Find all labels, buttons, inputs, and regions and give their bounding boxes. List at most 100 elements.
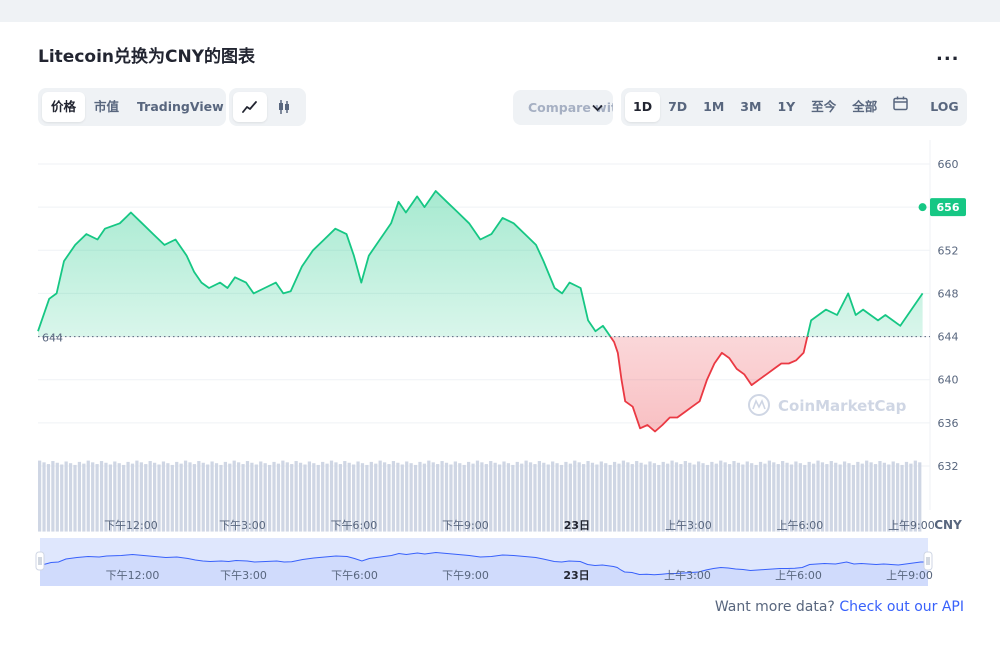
volume-bar bbox=[378, 460, 382, 532]
x-tick-label: 下午3:00 bbox=[219, 519, 266, 532]
coinmarketcap-logo-icon bbox=[748, 394, 770, 416]
volume-bar bbox=[427, 460, 431, 532]
volume-bar bbox=[391, 461, 396, 532]
volume-bar bbox=[825, 464, 829, 532]
navigator-tick-label: 上午3:00 bbox=[664, 569, 711, 582]
volume-bar bbox=[652, 463, 656, 532]
volume-bar bbox=[422, 463, 427, 532]
volume-bar bbox=[73, 464, 77, 532]
volume-bar bbox=[506, 463, 511, 532]
volume-bar bbox=[431, 462, 435, 532]
volume-bar bbox=[60, 464, 64, 532]
volume-bar bbox=[418, 461, 422, 532]
volume-bar bbox=[714, 463, 718, 532]
navigator-tick-label: 上午6:00 bbox=[775, 569, 822, 582]
volume-bar bbox=[64, 461, 68, 532]
volume-bar bbox=[91, 462, 95, 532]
y-tick-label: 660 bbox=[938, 158, 959, 171]
volume-bar bbox=[325, 463, 329, 532]
volume-bar bbox=[511, 464, 515, 532]
watermark: CoinMarketCap bbox=[748, 394, 907, 416]
volume-bar bbox=[873, 464, 878, 532]
volume-bar bbox=[285, 462, 289, 532]
volume-bar bbox=[745, 461, 749, 532]
volume-bar bbox=[878, 461, 882, 532]
navigator-handle-right[interactable] bbox=[923, 551, 933, 571]
baseline-label: 644 bbox=[42, 332, 63, 345]
volume-bar bbox=[307, 461, 312, 532]
volume-bar bbox=[639, 462, 643, 532]
api-link[interactable]: Check out our API bbox=[839, 599, 964, 615]
volume-bar bbox=[599, 461, 603, 532]
volume-bar bbox=[489, 461, 493, 532]
volume-bar bbox=[608, 464, 612, 532]
volume-bar bbox=[657, 464, 661, 532]
volume-bar bbox=[635, 461, 639, 532]
y-tick-label: 632 bbox=[938, 460, 959, 473]
navigator-tick-label: 下午3:00 bbox=[220, 569, 267, 582]
volume-bar bbox=[267, 464, 272, 532]
volume-bar bbox=[294, 461, 298, 532]
volume-bar bbox=[542, 462, 546, 532]
volume-bar bbox=[157, 464, 161, 532]
volume-bar bbox=[400, 464, 404, 532]
volume-bar bbox=[298, 462, 303, 532]
volume-bar bbox=[197, 461, 201, 532]
volume-bar bbox=[502, 461, 506, 532]
volume-bar bbox=[46, 464, 51, 532]
volume-bar bbox=[95, 464, 99, 532]
volume-bar bbox=[316, 464, 320, 532]
volume-bar bbox=[829, 461, 833, 532]
volume-bar bbox=[727, 464, 732, 532]
volume-bar bbox=[763, 463, 767, 532]
volume-bar bbox=[214, 463, 219, 532]
volume-bar bbox=[55, 462, 59, 532]
volume-bar bbox=[732, 461, 736, 532]
volume-bar bbox=[851, 464, 856, 532]
volume-bar bbox=[736, 462, 741, 532]
volume-bar bbox=[643, 464, 648, 532]
volume-bar bbox=[551, 461, 555, 532]
x-tick-label: 下午12:00 bbox=[104, 519, 158, 532]
x-tick-label: 上午3:00 bbox=[665, 519, 712, 532]
volume-bar bbox=[170, 464, 174, 532]
navigator-handle-left[interactable] bbox=[35, 551, 45, 571]
volume-bar bbox=[436, 464, 440, 532]
volume-bar bbox=[754, 464, 758, 532]
watermark-text: CoinMarketCap bbox=[778, 397, 907, 415]
volume-bar bbox=[758, 461, 763, 532]
price-areas bbox=[38, 191, 923, 432]
x-tick-label: 23日 bbox=[564, 519, 590, 532]
volume-bar bbox=[882, 462, 886, 532]
x-axis: 下午12:00 下午3:00 下午6:00 下午9:00 23日 上午3:00 上午6:00… bbox=[104, 518, 962, 532]
volume-bar bbox=[520, 463, 524, 532]
volume-bar bbox=[166, 463, 170, 532]
volume-bar bbox=[42, 462, 46, 532]
range-navigator: 下午12:00 下午3:00 下午6:00 下午9:00 23日 上午3:00 上午6:00… bbox=[35, 538, 933, 586]
y-tick-label: 644 bbox=[938, 331, 959, 344]
volume-bar bbox=[626, 462, 630, 532]
volume-bar bbox=[847, 463, 851, 532]
x-tick-label: 下午9:00 bbox=[442, 519, 489, 532]
volume-bar bbox=[281, 460, 285, 532]
volume-bar bbox=[590, 462, 595, 532]
volume-bar bbox=[750, 463, 754, 532]
volume-bar bbox=[604, 463, 608, 532]
volume-bar bbox=[648, 461, 652, 532]
volume-bar bbox=[396, 462, 400, 532]
current-price-dot bbox=[918, 203, 927, 212]
volume-bar bbox=[409, 463, 413, 532]
x-tick-label: 上午9:00 bbox=[888, 519, 935, 532]
volume-bar bbox=[387, 464, 391, 532]
volume-bar bbox=[621, 460, 626, 532]
navigator-tick-label: 下午12:00 bbox=[106, 569, 160, 582]
currency-unit-label: CNY bbox=[934, 518, 962, 532]
navigator-tick-label: 下午9:00 bbox=[442, 569, 489, 582]
y-tick-label: 640 bbox=[938, 374, 959, 387]
volume-bar bbox=[865, 460, 869, 532]
volume-bar bbox=[179, 463, 183, 532]
volume-bar bbox=[595, 464, 599, 532]
volume-bar bbox=[321, 461, 325, 532]
navigator-tick-label: 下午6:00 bbox=[331, 569, 378, 582]
volume-bar bbox=[51, 461, 55, 532]
